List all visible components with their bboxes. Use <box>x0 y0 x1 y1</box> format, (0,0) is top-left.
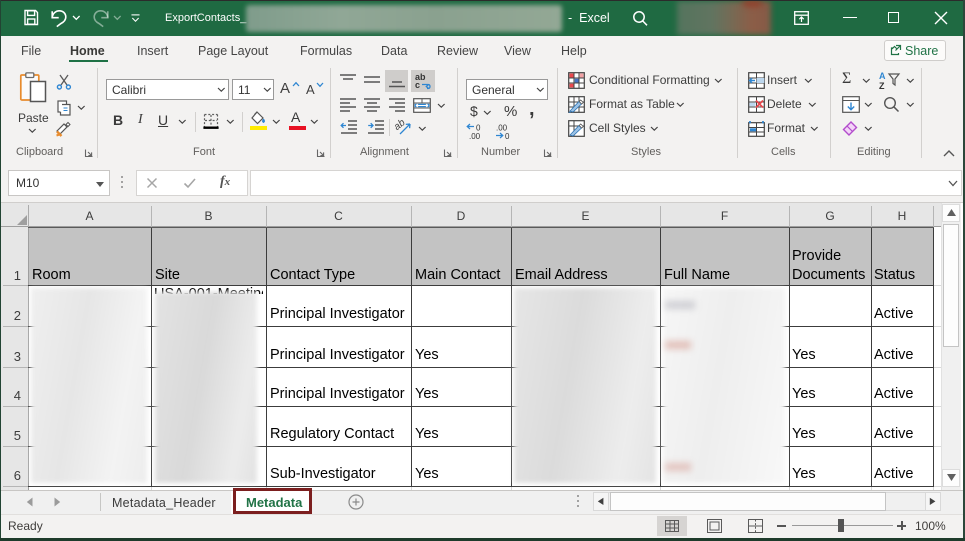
svg-text:A: A <box>879 71 886 81</box>
svg-text:Z: Z <box>879 81 885 91</box>
svg-text:.00: .00 <box>469 132 481 141</box>
svg-text:0: 0 <box>505 132 510 141</box>
svg-text:c: c <box>415 80 420 90</box>
